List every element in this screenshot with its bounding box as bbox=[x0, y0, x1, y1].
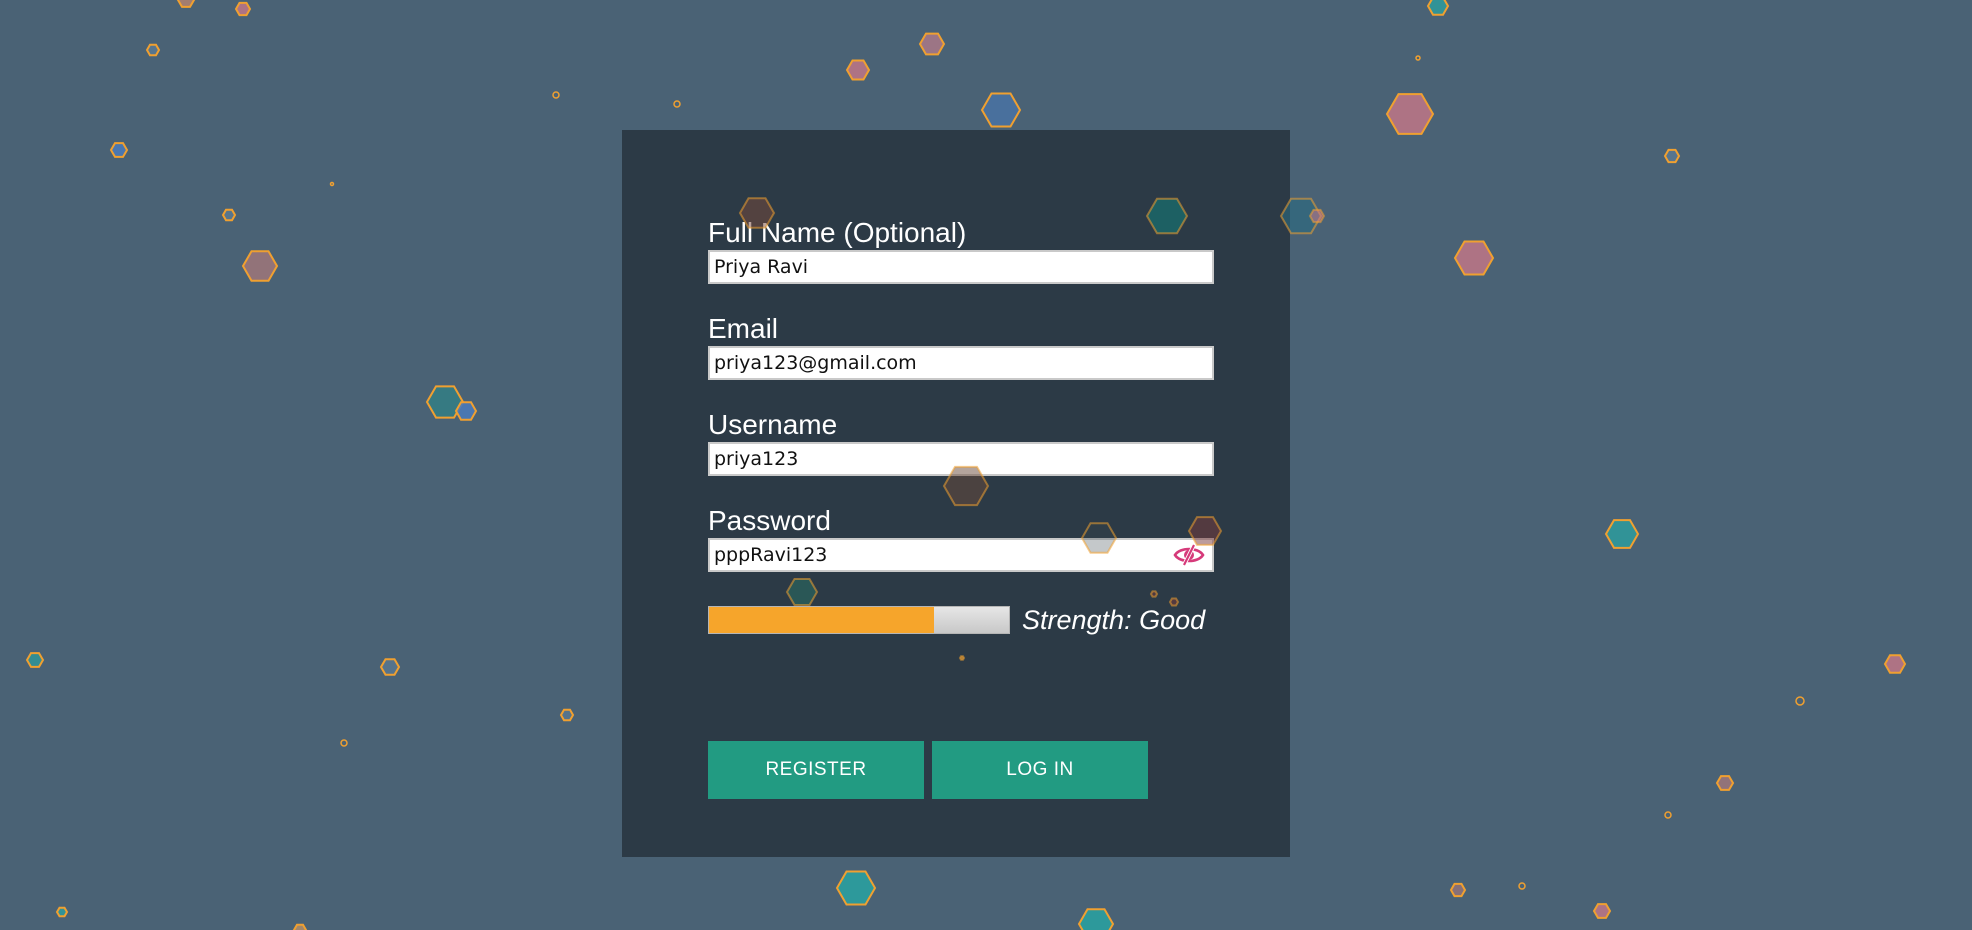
username-group: Username bbox=[708, 410, 1214, 476]
background-hexagon bbox=[835, 870, 877, 906]
background-hexagon bbox=[980, 92, 1022, 128]
background-hexagon bbox=[25, 652, 45, 668]
background-dot bbox=[552, 91, 560, 99]
full-name-group: Full Name (Optional) bbox=[708, 218, 1214, 284]
email-input-wrapper bbox=[708, 346, 1214, 380]
background-hexagon bbox=[454, 401, 478, 421]
email-input[interactable] bbox=[714, 348, 1164, 378]
background-dot bbox=[1415, 55, 1421, 61]
background-hexagon bbox=[109, 142, 129, 158]
background-hexagon bbox=[1453, 240, 1495, 276]
background-hexagon bbox=[1385, 93, 1435, 135]
registration-form-card: Full Name (Optional) Email Username Pass… bbox=[622, 130, 1290, 857]
full-name-label: Full Name (Optional) bbox=[708, 217, 967, 248]
login-button[interactable]: LOG IN bbox=[932, 741, 1148, 799]
background-hexagon bbox=[1883, 654, 1907, 674]
background-hexagon bbox=[1604, 519, 1640, 549]
email-label: Email bbox=[708, 313, 779, 344]
background-dot bbox=[1518, 882, 1526, 890]
background-hexagon bbox=[234, 1, 252, 17]
strength-bar bbox=[708, 606, 1010, 634]
background-hexagon bbox=[1663, 148, 1681, 164]
background-hexagon bbox=[1077, 908, 1115, 930]
full-name-input[interactable] bbox=[714, 252, 1164, 282]
background-hexagon bbox=[241, 250, 279, 282]
background-hexagon bbox=[292, 923, 308, 930]
background-dot bbox=[1664, 811, 1672, 819]
background-hexagon bbox=[1426, 0, 1450, 16]
full-name-input-wrapper bbox=[708, 250, 1214, 284]
background-hexagon bbox=[845, 59, 871, 81]
password-group: Password bbox=[708, 506, 1214, 572]
background-hexagon bbox=[1592, 903, 1612, 919]
password-input-wrapper bbox=[708, 538, 1214, 572]
background-hexagon bbox=[559, 708, 575, 722]
background-hexagon bbox=[221, 208, 237, 222]
background-hexagon bbox=[176, 0, 196, 8]
password-input[interactable] bbox=[714, 540, 1164, 570]
register-button[interactable]: REGISTER bbox=[708, 741, 924, 799]
username-input-wrapper bbox=[708, 442, 1214, 476]
password-strength-meter: Strength: Good bbox=[708, 604, 1248, 636]
strength-text: Strength: Good bbox=[1022, 605, 1206, 635]
username-input[interactable] bbox=[714, 444, 1164, 474]
background-dot bbox=[340, 739, 348, 747]
background-dot bbox=[1795, 696, 1805, 706]
username-label: Username bbox=[708, 409, 838, 440]
background-hexagon bbox=[55, 906, 69, 918]
background-hexagon bbox=[145, 43, 161, 57]
password-label: Password bbox=[708, 505, 831, 536]
background-hexagon bbox=[379, 658, 401, 676]
background-hexagon bbox=[1449, 882, 1467, 898]
background-hexagon bbox=[1715, 775, 1735, 791]
background-dot bbox=[673, 100, 681, 108]
background-dot bbox=[329, 181, 335, 187]
background-hexagon bbox=[918, 32, 946, 56]
eye-slash-icon[interactable] bbox=[1172, 542, 1206, 568]
email-group: Email bbox=[708, 314, 1214, 380]
strength-bar-fill bbox=[709, 607, 934, 633]
